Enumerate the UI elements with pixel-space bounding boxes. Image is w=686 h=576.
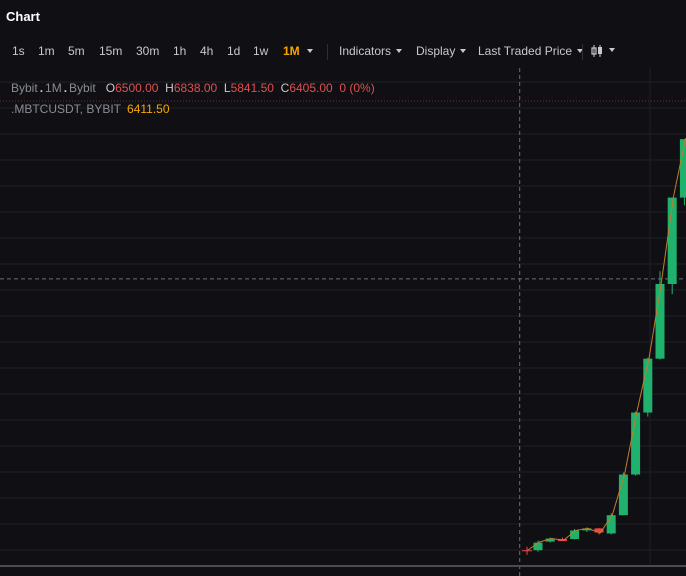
legend-close-label: C xyxy=(280,81,290,95)
legend-change: 0 (0%) xyxy=(339,81,375,95)
legend-index-name: .MBTCUSDT, BYBIT xyxy=(11,102,122,116)
legend-exchange: Bybit xyxy=(11,81,38,95)
candle-body xyxy=(679,139,686,198)
chart-header: Chart xyxy=(0,0,686,34)
legend-source: Bybit xyxy=(69,81,96,95)
indicators-label: Indicators xyxy=(339,44,392,58)
candle-body xyxy=(533,542,543,551)
interval-5m[interactable]: 5m xyxy=(68,44,85,58)
legend-main-row: Bybit. 1M. Bybit O6500.00 H6838.00 L5841.5… xyxy=(11,78,375,98)
interval-15m[interactable]: 15m xyxy=(99,44,122,58)
display-label: Display xyxy=(416,44,456,58)
chevron-down-icon xyxy=(609,47,615,52)
price-type-label: Last Traded Price xyxy=(478,44,573,58)
price-type-button[interactable]: Last Traded Price xyxy=(478,44,584,58)
legend-index-value: 6411.50 xyxy=(127,102,170,116)
legend-open-label: O xyxy=(105,81,116,95)
candle-body xyxy=(667,197,677,284)
chart-toolbar: 1s 1m 5m 15m 30m 1h 4h 1d 1w 1M Indicato… xyxy=(0,38,686,66)
chevron-down-icon xyxy=(396,48,403,53)
legend-high-value: 6838.00 xyxy=(173,81,218,95)
candle-body xyxy=(655,283,665,359)
legend-high-label: H xyxy=(165,81,174,95)
interval-4h[interactable]: 4h xyxy=(200,44,213,58)
chart-title: Chart xyxy=(6,9,40,24)
candle-body xyxy=(618,474,628,516)
interval-1h[interactable]: 1h xyxy=(173,44,186,58)
interval-more-button[interactable] xyxy=(302,44,313,58)
toolbar-divider xyxy=(327,44,328,60)
interval-1s[interactable]: 1s xyxy=(12,44,25,58)
interval-1w[interactable]: 1w xyxy=(253,44,268,58)
chevron-down-icon xyxy=(307,48,313,53)
legend-low-value: 5841.50 xyxy=(230,81,274,95)
interval-1d[interactable]: 1d xyxy=(227,44,240,58)
candle-body xyxy=(606,515,616,534)
legend-low-label: L xyxy=(223,81,231,95)
price-chart[interactable] xyxy=(0,68,686,576)
interval-30m[interactable]: 30m xyxy=(136,44,159,58)
legend-separator-dot: . xyxy=(39,81,44,95)
candles-icon xyxy=(591,44,602,57)
display-button[interactable]: Display xyxy=(416,44,467,58)
chart-type-button[interactable] xyxy=(590,43,615,58)
legend-interval: 1M xyxy=(45,81,62,95)
candle-body xyxy=(643,358,653,413)
legend-close-value: 6405.00 xyxy=(289,81,333,95)
toolbar-divider xyxy=(582,44,583,60)
candle-body xyxy=(631,412,641,475)
interval-1m[interactable]: 1m xyxy=(38,44,55,58)
interval-1M[interactable]: 1M xyxy=(283,44,300,58)
legend-open-value: 6500.00 xyxy=(115,81,159,95)
chart-legend: Bybit. 1M. Bybit O6500.00 H6838.00 L5841.5… xyxy=(11,78,375,119)
legend-separator-dot: . xyxy=(63,81,68,95)
chevron-down-icon xyxy=(460,48,467,53)
indicators-button[interactable]: Indicators xyxy=(339,44,403,58)
legend-index-row: .MBTCUSDT, BYBIT 6411.50 xyxy=(11,99,375,119)
